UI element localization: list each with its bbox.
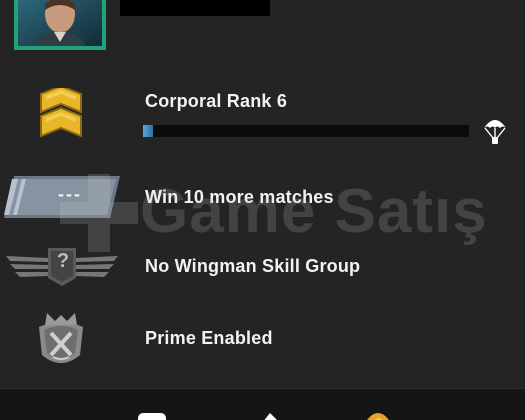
toolbar-icon-left[interactable] — [138, 413, 166, 420]
prime-label: Prime Enabled — [145, 328, 273, 348]
bottom-toolbar — [0, 388, 525, 420]
player-avatar[interactable] — [14, 0, 106, 50]
wingman-row: ? No Wingman Skill Group — [0, 240, 525, 295]
rank-progress-bar — [143, 125, 469, 137]
rank-label: Corporal Rank 6 — [145, 91, 288, 111]
competitive-label: Win 10 more matches — [145, 187, 334, 207]
parachute-icon — [484, 120, 506, 144]
unranked-badge-text: --- — [58, 184, 82, 204]
prime-status-icon — [39, 313, 83, 363]
wingman-label: No Wingman Skill Group — [145, 256, 361, 276]
competitive-rank-row: --- Win 10 more matches — [0, 170, 525, 225]
rank-progress-fill — [143, 125, 153, 137]
wingman-unknown-symbol: ? — [56, 250, 70, 272]
player-portrait-image — [18, 0, 102, 46]
redacted-username — [120, 0, 270, 16]
corporal-rank-icon — [40, 88, 82, 138]
profile-panel: Corporal Rank 6 --- Win 10 more matches … — [0, 0, 525, 420]
toolbar-icon-right[interactable] — [363, 411, 393, 420]
prime-row: Prime Enabled — [0, 305, 525, 375]
toolbar-icon-middle[interactable] — [258, 411, 284, 420]
rank-row: Corporal Rank 6 — [0, 80, 525, 155]
